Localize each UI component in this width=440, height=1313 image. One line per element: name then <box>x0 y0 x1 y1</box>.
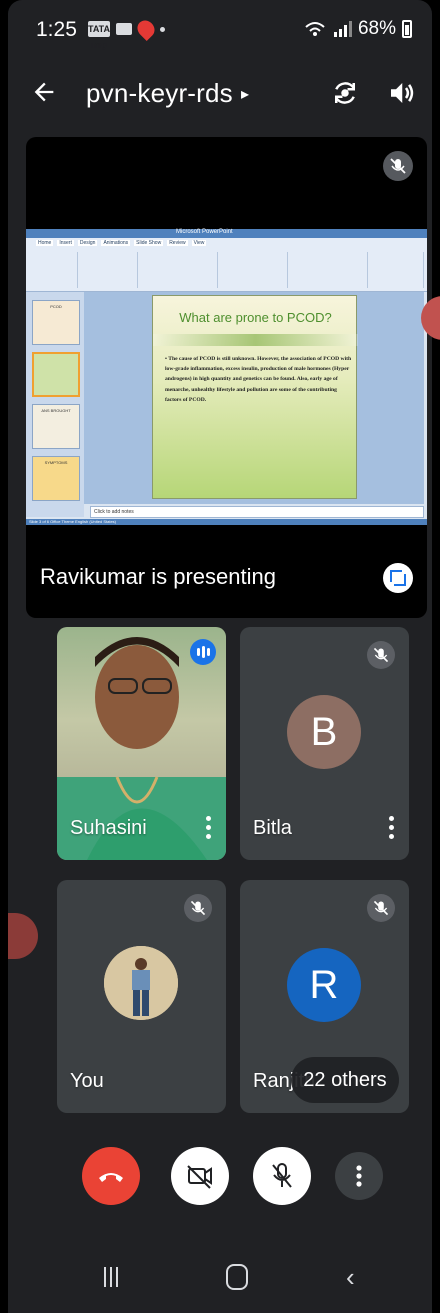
meeting-header: pvn-keyr-rds ▸ <box>8 70 432 122</box>
ppt-tab: Review <box>167 240 188 246</box>
speaker-icon[interactable] <box>386 78 418 110</box>
ppt-titlebar: Microsoft PowerPoint <box>26 229 427 238</box>
meeting-code[interactable]: pvn-keyr-rds <box>86 78 233 109</box>
ppt-tab: Design <box>77 240 98 246</box>
mic-off-icon <box>367 641 395 669</box>
ppt-thumbnail: ANS BROUGHT <box>32 404 80 449</box>
status-time: 1:25 <box>36 18 77 41</box>
speaking-indicator-icon <box>190 639 216 665</box>
participant-name: You <box>70 1070 104 1092</box>
camera-off-icon <box>187 1165 212 1189</box>
ppt-ribbon: Home Insert Design Animations Slide Show… <box>26 238 427 292</box>
ppt-ribbon-group <box>78 252 138 288</box>
hangup-button[interactable] <box>82 1147 140 1205</box>
mic-off-icon <box>367 894 395 922</box>
meeting-details-chevron[interactable]: ▸ <box>241 84 249 104</box>
more-vert-icon[interactable] <box>389 816 395 842</box>
app-notification-icon <box>133 16 159 42</box>
status-bar: 1:25 TATA img 68% <box>8 0 432 60</box>
ppt-tab: Insert <box>57 240 74 246</box>
slide-wave-decoration <box>153 334 358 346</box>
mic-toggle-button[interactable] <box>253 1147 311 1205</box>
meet-screen: 1:25 TATA img 68% pvn-keyr-rds ▸ Microso… <box>8 0 440 1313</box>
others-count-chip[interactable]: 22 others <box>291 1057 399 1103</box>
ppt-ribbon-group <box>28 252 78 288</box>
avatar: B <box>287 695 361 769</box>
avatar <box>104 946 178 1020</box>
ppt-ribbon-group <box>218 252 288 288</box>
participant-tile-bitla[interactable]: B Bitla <box>240 627 409 860</box>
ppt-thumbnail-selected <box>32 352 80 397</box>
more-notifications-icon <box>160 26 165 32</box>
home-icon[interactable] <box>226 1264 248 1290</box>
participant-tile-suhasini[interactable]: Suhasini <box>57 627 226 860</box>
ppt-tab: Animations <box>101 240 131 246</box>
mic-off-icon <box>383 151 413 181</box>
ppt-notes: Click to add notes <box>90 506 424 518</box>
ppt-thumbnail: SYMPTOMS <box>32 456 80 501</box>
status-notification-icons: TATA img <box>88 16 165 50</box>
more-vert-icon[interactable] <box>206 816 212 842</box>
arrow-back-icon[interactable] <box>30 78 62 110</box>
ppt-thumbnail-title: ANS BROUGHT <box>41 408 71 413</box>
presentation-tile[interactable]: Microsoft PowerPoint Home Insert Design … <box>26 137 427 618</box>
more-vert-icon <box>356 1165 362 1187</box>
ppt-tab: Home <box>36 240 54 246</box>
ppt-ribbon-group <box>288 252 368 288</box>
ppt-tab: View <box>191 240 207 246</box>
mic-off-icon <box>184 894 212 922</box>
ppt-ribbon-group <box>368 252 424 288</box>
participant-name: Bitla <box>253 817 292 839</box>
flip-camera-icon[interactable] <box>330 78 362 110</box>
ppt-tab: Slide Show <box>134 240 164 246</box>
ppt-ribbon-tabs: Home Insert Design Animations Slide Show… <box>36 240 207 246</box>
more-options-button[interactable] <box>335 1152 383 1200</box>
avatar: R <box>287 948 361 1022</box>
status-right: 68% <box>304 18 412 40</box>
video-notification-icon <box>116 23 132 35</box>
ppt-thumbnail-title: SYMPTOMS <box>44 460 68 465</box>
participant-tile-you[interactable]: You <box>57 880 226 1113</box>
ppt-thumbnail-title: PCOD <box>50 304 62 309</box>
mic-off-icon <box>272 1163 292 1188</box>
presenting-caption: Ravikumar is presenting <box>40 564 276 589</box>
ppt-current-slide: What are prone to PCOD? • The cause of P… <box>152 295 358 499</box>
nav-back-icon[interactable]: ‹ <box>346 1262 355 1293</box>
recent-apps-icon[interactable] <box>103 1266 119 1288</box>
camera-toggle-button[interactable] <box>171 1147 229 1205</box>
signal-icon <box>333 21 352 37</box>
system-nav-bar: ‹ <box>8 1240 432 1313</box>
ppt-thumbnail: PCOD <box>32 300 80 345</box>
wifi-icon <box>305 22 325 36</box>
slide-body: • The cause of PCOD is still unknown. Ho… <box>165 356 352 403</box>
slide-title: What are prone to PCOD? <box>179 310 332 325</box>
fullscreen-icon[interactable] <box>383 563 413 593</box>
ppt-slide-thumbnails: PCOD ANS BROUGHT SYMPTOMS <box>26 292 84 517</box>
battery-percent: 68% <box>357 18 396 39</box>
floating-bubble-left[interactable] <box>8 913 38 959</box>
participant-name: Suhasini <box>70 817 147 839</box>
ppt-app-title: Microsoft PowerPoint <box>176 229 233 235</box>
carrier-icon: TATA img <box>88 21 110 50</box>
hangup-icon <box>99 1173 123 1182</box>
battery-icon <box>402 20 412 38</box>
ppt-statusbar: Slide 3 of 6 Office Theme English (Unite… <box>26 519 427 525</box>
ppt-ribbon-group <box>138 252 218 288</box>
